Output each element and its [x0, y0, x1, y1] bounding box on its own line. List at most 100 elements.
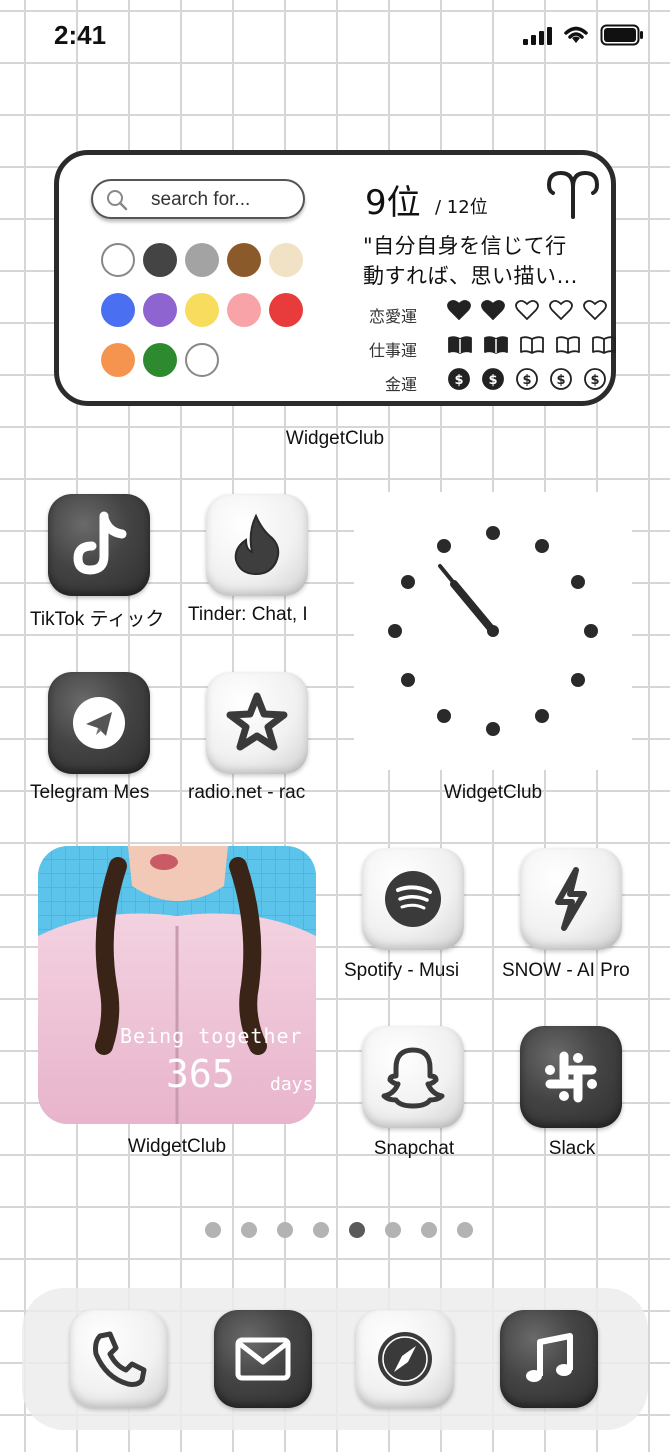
- app-label: Slack: [548, 1138, 596, 1159]
- snow-app-icon[interactable]: [520, 848, 622, 950]
- love-label: 恋愛運: [369, 307, 418, 326]
- slack-icon: [545, 1051, 597, 1103]
- fortune-quote: "自分自身を信じて行 動すれば、思い描い…: [363, 231, 603, 291]
- heart-icon: [447, 299, 471, 321]
- color-swatch[interactable]: [143, 343, 177, 377]
- mail-icon: [235, 1337, 291, 1381]
- compass-icon: [378, 1332, 432, 1386]
- color-swatch[interactable]: [101, 243, 135, 277]
- page-dot[interactable]: [205, 1222, 221, 1238]
- love-rating: [447, 299, 607, 321]
- app-label: Telegram Mes: [30, 782, 150, 803]
- money-rating: $ $ $ $ $: [447, 367, 607, 391]
- radio-app-icon[interactable]: [206, 672, 308, 774]
- music-app-icon[interactable]: [500, 1310, 598, 1408]
- fortune-quote-line: "自分自身を信じて行: [363, 234, 567, 258]
- aries-icon: [546, 170, 600, 219]
- app-label: radio.net - rac: [188, 782, 306, 803]
- color-swatch[interactable]: [227, 243, 261, 277]
- color-swatch[interactable]: [143, 243, 177, 277]
- horoscope-widget[interactable]: search for... 9位 / 12位 "自分自身を信じて行 動すれば、思…: [54, 150, 616, 406]
- phone-icon: [93, 1331, 147, 1387]
- heart-icon: [515, 299, 539, 321]
- svg-text:$: $: [454, 373, 463, 388]
- color-swatch[interactable]: [101, 343, 135, 377]
- svg-text:$: $: [556, 373, 565, 388]
- widget-caption: WidgetClub: [285, 428, 385, 449]
- heart-icon: [583, 299, 607, 321]
- page-indicator[interactable]: [205, 1222, 473, 1238]
- telegram-app-icon[interactable]: [48, 672, 150, 774]
- search-placeholder: search for...: [151, 189, 251, 210]
- slack-app-icon[interactable]: [520, 1026, 622, 1128]
- work-rating: [447, 335, 617, 355]
- color-swatch[interactable]: [143, 293, 177, 327]
- color-swatch[interactable]: [101, 293, 135, 327]
- money-label: 金運: [385, 375, 418, 394]
- book-icon: [592, 336, 616, 354]
- widget-caption: WidgetClub: [127, 1136, 227, 1157]
- work-label: 仕事運: [369, 341, 418, 360]
- svg-text:$: $: [590, 373, 599, 388]
- book-icon: [520, 336, 544, 354]
- coin-icon: $: [448, 368, 470, 390]
- rank: 9位: [365, 183, 421, 223]
- flame-icon: [234, 513, 280, 576]
- color-swatch[interactable]: [185, 243, 219, 277]
- phone-app-icon[interactable]: [70, 1310, 168, 1408]
- heart-icon: [481, 299, 505, 321]
- battery-icon: [600, 24, 643, 46]
- cellular-signal-icon: [523, 25, 552, 45]
- page-dot[interactable]: [313, 1222, 329, 1238]
- page-dot[interactable]: [241, 1222, 257, 1238]
- safari-app-icon[interactable]: [356, 1310, 454, 1408]
- color-swatch[interactable]: [227, 293, 261, 327]
- page-dot[interactable]: [277, 1222, 293, 1238]
- snapchat-app-icon[interactable]: [362, 1026, 464, 1128]
- svg-text:$: $: [488, 373, 497, 388]
- status-bar: 2:41: [0, 0, 670, 72]
- svg-text:$: $: [522, 373, 531, 388]
- coin-icon: $: [584, 368, 606, 390]
- book-icon: [484, 336, 508, 354]
- color-swatch[interactable]: [185, 343, 219, 377]
- page-dot[interactable]: [421, 1222, 437, 1238]
- lightning-icon: [555, 867, 587, 931]
- page-dot[interactable]: [385, 1222, 401, 1238]
- search-icon: [107, 190, 128, 211]
- color-swatch[interactable]: [185, 293, 219, 327]
- heart-icon: [549, 299, 573, 321]
- rank-total: / 12位: [435, 197, 488, 218]
- photo-widget[interactable]: Being together 365 days: [38, 846, 316, 1124]
- app-label: TikTok ティック: [30, 609, 165, 630]
- status-icons: [523, 24, 644, 46]
- status-time: 2:41: [54, 20, 107, 50]
- music-icon: [526, 1333, 573, 1382]
- page-dot[interactable]: [457, 1222, 473, 1238]
- coin-icon: $: [516, 368, 538, 390]
- color-swatch[interactable]: [269, 243, 303, 277]
- tinder-app-icon[interactable]: [206, 494, 308, 596]
- app-label: Snapchat: [373, 1138, 455, 1159]
- spotify-icon: [385, 871, 441, 927]
- photo-number: 365: [166, 1052, 235, 1096]
- fortune-quote-line: 動すれば、思い描い…: [363, 264, 578, 288]
- app-label: SNOW - AI Pro: [502, 960, 630, 981]
- photo-text: Being together: [120, 1024, 303, 1048]
- widget-caption: WidgetClub: [443, 782, 543, 803]
- paper-plane-icon: [73, 697, 125, 749]
- ghost-icon: [381, 1047, 445, 1109]
- coin-icon: $: [550, 368, 572, 390]
- color-swatch[interactable]: [269, 293, 303, 327]
- book-icon: [556, 336, 580, 354]
- wifi-icon: [564, 26, 588, 43]
- book-icon: [448, 336, 472, 354]
- page-dot[interactable]: [349, 1222, 365, 1238]
- clock-widget[interactable]: [354, 492, 632, 770]
- mail-app-icon[interactable]: [214, 1310, 312, 1408]
- coin-icon: $: [482, 368, 504, 390]
- app-label: Tinder: Chat, I: [188, 604, 308, 625]
- tiktok-app-icon[interactable]: [48, 494, 150, 596]
- spotify-app-icon[interactable]: [362, 848, 464, 950]
- search-field[interactable]: search for...: [91, 179, 305, 219]
